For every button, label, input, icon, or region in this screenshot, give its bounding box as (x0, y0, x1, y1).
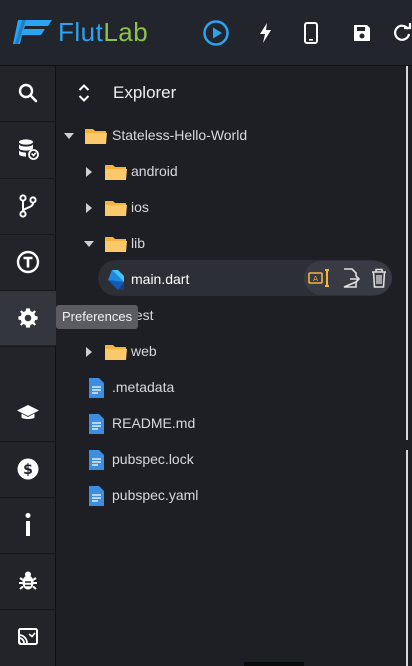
bug-icon (19, 571, 37, 590)
graduation-cap-icon (17, 405, 39, 419)
tree-row-metadata[interactable]: .metadata (56, 370, 406, 406)
explorer-title: Explorer (113, 83, 177, 102)
tree-row-pubspec-yaml[interactable]: pubspec.yaml (56, 478, 406, 514)
refresh-button[interactable] (392, 18, 412, 48)
learn-button[interactable] (0, 386, 56, 440)
tree-row-stateless-hello-world[interactable]: Stateless-Hello-World (56, 118, 406, 154)
file-icon (89, 414, 104, 434)
tree-label: pubspec.lock (112, 451, 194, 467)
t-circle-icon (16, 250, 40, 274)
app-name-part2: Lab (103, 16, 149, 47)
expand-collapse-icon (78, 84, 90, 102)
file-icon (89, 450, 104, 470)
tree-label: ios (131, 199, 149, 215)
chevron-down-icon[interactable] (62, 129, 76, 143)
folder-icon (105, 201, 127, 216)
top-bar: FlutLab (0, 0, 412, 66)
move-file-button[interactable] (341, 267, 361, 289)
dart-file-icon (108, 270, 124, 290)
folder-open-icon (85, 129, 107, 144)
delete-button[interactable] (370, 267, 388, 289)
tree-label: .metadata (112, 379, 175, 395)
play-circle-icon (203, 20, 229, 46)
gear-icon (18, 308, 38, 328)
explorer-panel: Explorer Stateless-Hello-World android i… (56, 66, 406, 666)
delete-icon (371, 268, 386, 288)
source-control-button[interactable] (0, 179, 56, 233)
billing-button[interactable]: $ (0, 442, 56, 496)
move-file-icon (343, 268, 361, 288)
explorer-header: Explorer (56, 66, 406, 120)
file-icon (89, 486, 104, 506)
folder-icon (105, 165, 127, 180)
info-button[interactable] (0, 498, 56, 552)
chevron-right-icon[interactable] (82, 345, 96, 359)
tree-label: lib (131, 235, 146, 251)
save-button[interactable] (347, 18, 377, 48)
tree-label: main.dart (131, 271, 190, 287)
info-icon (25, 513, 31, 536)
tree-row-main-dart[interactable]: main.dart A (56, 260, 406, 298)
app-name-part1: Flut (58, 16, 104, 47)
tree-row-ios[interactable]: ios (56, 190, 406, 226)
folder-open-icon (105, 237, 127, 252)
tree-row-android[interactable]: android (56, 154, 406, 190)
activity-bar: $ (0, 66, 56, 666)
tree-row-web[interactable]: web (56, 334, 406, 370)
rename-icon: A (308, 269, 330, 287)
panel-resize-edge[interactable] (406, 66, 412, 666)
resize-edge-gap (406, 440, 412, 450)
tree-label: pubspec.yaml (112, 487, 199, 503)
app-name: FlutLab (58, 17, 148, 48)
tree-row-readme[interactable]: README.md (56, 406, 406, 442)
preferences-tooltip: Preferences (56, 305, 139, 329)
branch-icon (19, 194, 37, 218)
chevron-down-icon[interactable] (82, 237, 96, 251)
tree-row-lib[interactable]: lib (56, 226, 406, 262)
lightning-icon (260, 23, 271, 43)
device-button[interactable] (296, 18, 326, 48)
brand: FlutLab (12, 10, 148, 54)
chevron-right-icon[interactable] (82, 165, 96, 179)
tree-label: android (131, 163, 178, 179)
run-button[interactable] (201, 18, 231, 48)
collapse-toggle-button[interactable] (76, 82, 92, 104)
svg-text:$: $ (23, 462, 33, 478)
bottom-handle (244, 662, 304, 666)
tree-row-pubspec-lock[interactable]: pubspec.lock (56, 442, 406, 478)
tree-label: web (131, 343, 157, 359)
refresh-icon (394, 23, 412, 41)
debug-button[interactable] (0, 554, 56, 608)
database-sync-icon (19, 139, 39, 160)
tree-label: Stateless-Hello-World (112, 127, 248, 143)
preferences-button[interactable] (0, 291, 56, 345)
search-button[interactable] (0, 66, 56, 120)
cast-button[interactable] (0, 610, 56, 664)
dollar-circle-icon: $ (17, 458, 39, 480)
cast-icon (18, 628, 38, 645)
folder-icon (105, 345, 127, 360)
flutlab-logo-icon (13, 20, 52, 44)
file-icon (89, 378, 104, 398)
save-icon (354, 25, 370, 41)
database-button[interactable] (0, 122, 56, 176)
search-icon (18, 83, 38, 103)
phone-icon (304, 22, 318, 44)
rename-button[interactable]: A (308, 267, 332, 289)
hot-reload-button[interactable] (251, 18, 281, 48)
row-actions: A (304, 261, 392, 295)
chevron-right-icon[interactable] (82, 201, 96, 215)
tree-label: README.md (112, 415, 196, 431)
svg-text:A: A (313, 275, 318, 283)
typography-button[interactable] (0, 235, 56, 289)
